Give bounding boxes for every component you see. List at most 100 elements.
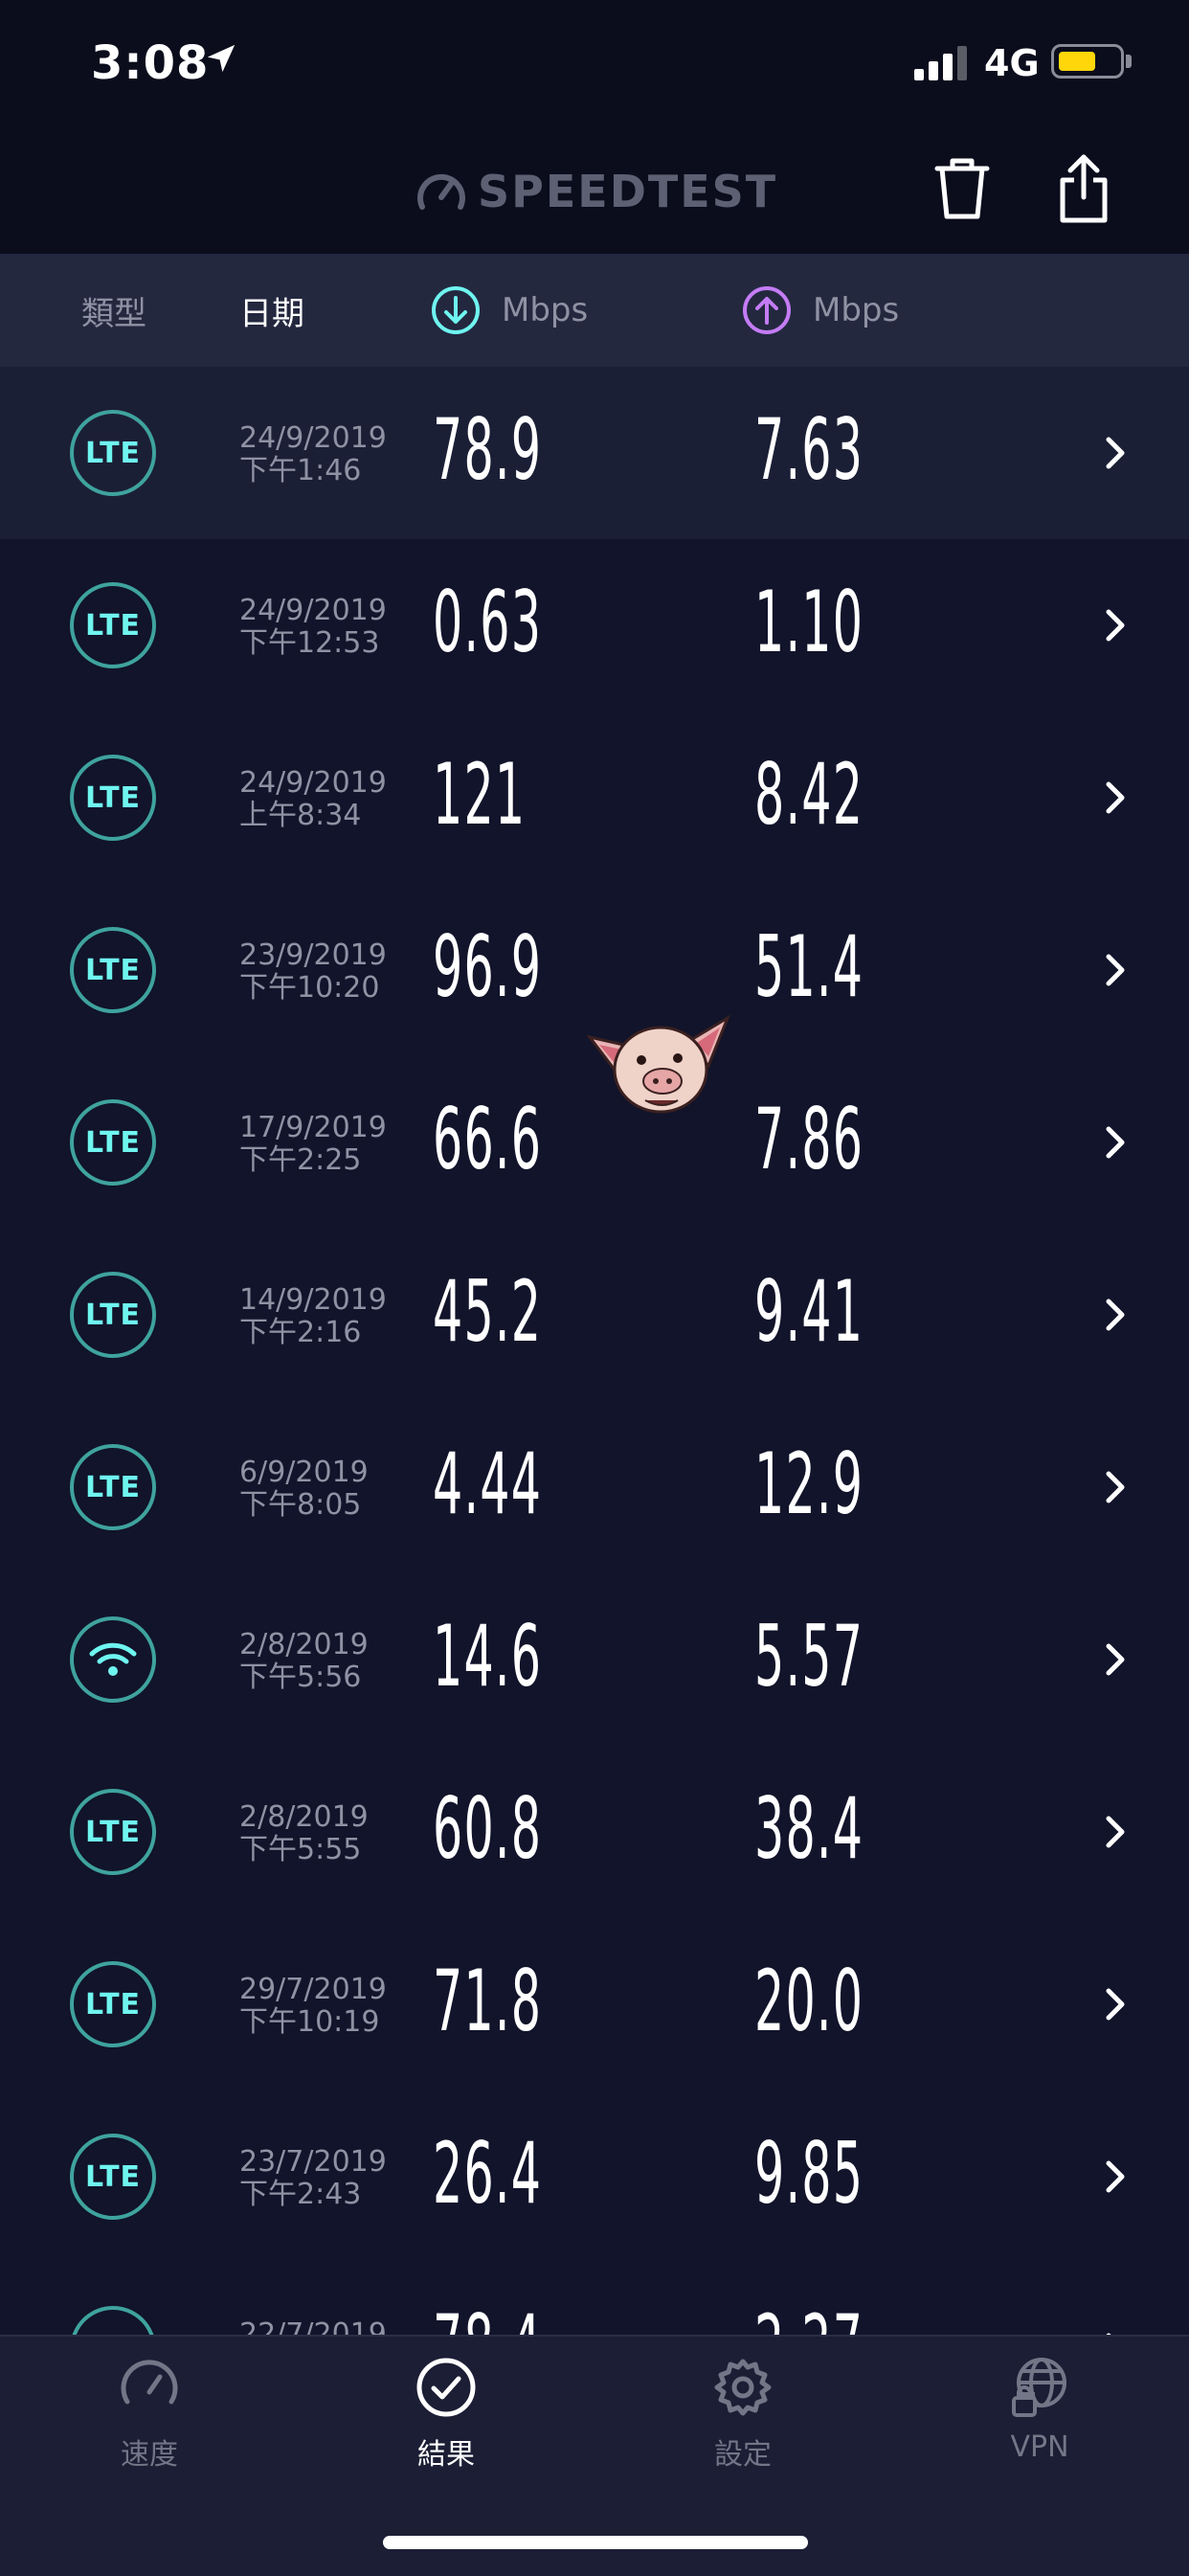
result-row[interactable]: LTE 24/9/2019 下午12:53 0.63 1.10 (0, 539, 1189, 712)
upload-arrow-icon (743, 286, 791, 334)
chevron-right-icon[interactable] (1101, 1640, 1130, 1679)
battery-icon (1051, 44, 1124, 79)
download-speed: 78.4 (433, 2296, 542, 2335)
result-date: 29/7/2019 (239, 1973, 387, 2006)
result-date: 2/8/2019 (239, 1800, 369, 1834)
column-date[interactable]: 日期 (239, 254, 304, 367)
download-speed: 0.63 (433, 573, 543, 671)
result-time: 下午10:20 (239, 971, 380, 1005)
connection-type-label: LTE (84, 1815, 142, 1849)
cellular-signal-icon (914, 46, 967, 80)
result-datetime: 24/9/2019 下午1:46 (239, 422, 387, 487)
network-type: 4G (984, 42, 1040, 84)
upload-speed: 2.27 (754, 2296, 864, 2335)
result-time: 下午10:19 (239, 2005, 380, 2039)
download-speed: 71.8 (433, 1952, 543, 2050)
brand-name: SPEEDTEST (478, 166, 778, 217)
upload-speed: 7.86 (754, 1090, 864, 1188)
result-row[interactable]: LTE 23/7/2019 下午2:43 26.4 9.85 (0, 2090, 1189, 2263)
result-date: 2/8/2019 (239, 1628, 369, 1661)
globe-lock-icon (1012, 2358, 1066, 2417)
result-datetime: 24/9/2019 上午8:34 (239, 767, 387, 832)
result-time: 下午8:05 (239, 1488, 362, 1522)
gauge-icon (121, 2360, 178, 2405)
result-time: 下午12:53 (239, 626, 380, 660)
result-date: 22/7/2019 (239, 2317, 387, 2336)
result-row[interactable]: LTE 24/9/2019 下午1:46 78.9 7.63 (0, 367, 1189, 539)
tab-speed[interactable]: 速度 (54, 2356, 245, 2490)
column-type[interactable]: 類型 (81, 254, 146, 367)
result-time: 上午8:34 (239, 799, 362, 832)
result-date: 24/9/2019 (239, 766, 387, 800)
pig-sticker-icon (586, 1014, 731, 1114)
tab-results[interactable]: 結果 (350, 2356, 542, 2490)
download-speed: 66.6 (433, 1090, 543, 1188)
location-arrow-icon (207, 44, 236, 73)
result-row[interactable]: LTE 29/7/2019 下午10:19 71.8 20.0 (0, 1918, 1189, 2090)
tab-results-label: 結果 (417, 2438, 475, 2472)
lte-badge: LTE (70, 2134, 156, 2220)
result-time: 下午5:56 (239, 1661, 362, 1694)
battery-nub (1126, 55, 1132, 68)
chevron-right-icon[interactable] (1101, 606, 1130, 644)
results-list[interactable]: LTE 24/9/2019 下午1:46 78.9 7.63 LTE 24/9/2019 下午… (0, 367, 1189, 2335)
result-datetime: 17/9/2019 下午2:25 (239, 1112, 387, 1177)
tab-vpn[interactable]: VPN (944, 2356, 1135, 2490)
chevron-right-icon[interactable] (1101, 434, 1130, 472)
speedtest-logo: SPEEDTEST (416, 163, 777, 220)
wifi-signal-icon (89, 1642, 137, 1676)
result-time: 下午2:25 (239, 1143, 362, 1177)
connection-type-label: LTE (84, 608, 142, 643)
column-upload[interactable]: Mbps (742, 254, 899, 367)
download-speed: 14.6 (433, 1607, 543, 1706)
lte-badge: LTE (70, 927, 156, 1013)
trash-icon[interactable] (933, 155, 991, 222)
result-row[interactable]: LTE 24/9/2019 上午8:34 121 8.42 (0, 712, 1189, 884)
result-date: 6/9/2019 (239, 1456, 369, 1489)
result-row[interactable]: 2/8/2019 下午5:56 14.6 5.57 (0, 1573, 1189, 1746)
lte-badge: LTE (70, 755, 156, 841)
result-row[interactable]: LTE 22/7/2019 78.4 2.27 (0, 2263, 1189, 2335)
upload-speed: 8.42 (754, 745, 864, 844)
upload-speed: 1.10 (754, 573, 864, 671)
connection-type-label: LTE (84, 2159, 142, 2194)
upload-speed: 38.4 (754, 1779, 864, 1878)
upload-unit: Mbps (813, 291, 900, 329)
result-datetime: 2/8/2019 下午5:56 (239, 1629, 369, 1694)
download-speed: 26.4 (433, 2124, 543, 2223)
share-icon[interactable] (1055, 153, 1112, 224)
result-time: 下午2:43 (239, 2178, 362, 2211)
chevron-right-icon[interactable] (1101, 951, 1130, 989)
result-datetime: 29/7/2019 下午10:19 (239, 1974, 387, 2039)
result-row[interactable]: LTE 14/9/2019 下午2:16 45.2 9.41 (0, 1229, 1189, 1401)
chevron-right-icon[interactable] (1101, 1813, 1130, 1851)
column-download[interactable]: Mbps (431, 254, 588, 367)
chevron-right-icon[interactable] (1101, 2158, 1130, 2196)
download-arrow-icon (432, 286, 480, 334)
connection-type-label: LTE (84, 953, 142, 987)
chevron-right-icon[interactable] (1101, 1985, 1130, 2023)
upload-speed: 51.4 (754, 917, 864, 1016)
chevron-right-icon[interactable] (1101, 1123, 1130, 1162)
chevron-right-icon[interactable] (1101, 779, 1130, 817)
result-datetime: 23/7/2019 下午2:43 (239, 2146, 387, 2211)
result-row[interactable]: LTE 6/9/2019 下午8:05 4.44 12.9 (0, 1401, 1189, 1573)
result-time: 下午1:46 (239, 454, 362, 487)
lte-badge: LTE (70, 1789, 156, 1875)
tab-speed-label: 速度 (121, 2438, 178, 2472)
result-date: 23/7/2019 (239, 2145, 387, 2179)
result-datetime: 14/9/2019 下午2:16 (239, 1284, 387, 1349)
status-bar: 3:08 4G (0, 0, 1189, 134)
result-date: 14/9/2019 (239, 1283, 387, 1317)
tab-settings[interactable]: 設定 (647, 2356, 839, 2490)
chevron-right-icon[interactable] (1101, 1296, 1130, 1334)
connection-type-label: LTE (84, 1470, 142, 1504)
result-row[interactable]: LTE 2/8/2019 下午5:55 60.8 38.4 (0, 1746, 1189, 1918)
download-speed: 45.2 (433, 1262, 543, 1361)
results-column-header: 類型 日期 Mbps Mbps (0, 254, 1189, 367)
result-time: 下午5:55 (239, 1833, 362, 1866)
chevron-right-icon[interactable] (1101, 1468, 1130, 1506)
connection-type-label: LTE (84, 1298, 142, 1332)
gear-icon (714, 2359, 772, 2416)
result-date: 17/9/2019 (239, 1111, 387, 1144)
